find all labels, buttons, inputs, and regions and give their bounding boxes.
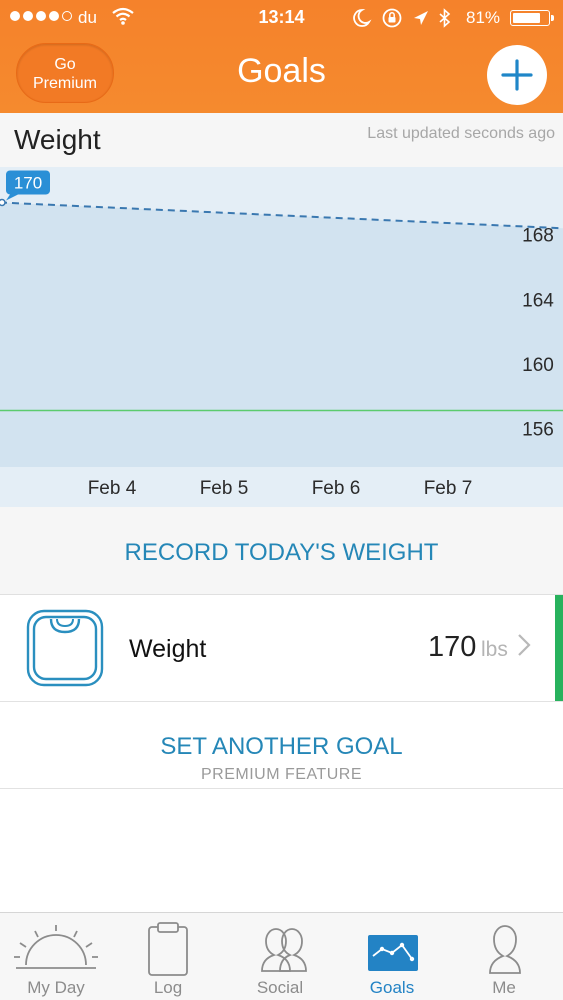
- record-weight-row: RECORD TODAY'S WEIGHT: [0, 507, 563, 595]
- tab-label-log: Log: [153, 978, 183, 997]
- goal-value: 170: [428, 631, 477, 663]
- app-header: du 13:14 81% Go Premium Goals: [0, 0, 563, 113]
- person-icon: [489, 925, 521, 974]
- chart-title: Weight: [14, 124, 101, 155]
- last-updated-text: Last updated seconds ago: [367, 125, 555, 142]
- clipboard-icon: [148, 922, 188, 976]
- plus-icon: [501, 59, 533, 91]
- goal-unit: lbs: [481, 638, 508, 661]
- tab-label-my-day: My Day: [27, 978, 85, 997]
- y-tick-label: 156: [522, 419, 554, 440]
- chevron-right-icon: [518, 634, 531, 656]
- tab-goals[interactable]: Goals: [336, 913, 448, 1000]
- system-status-icons: [353, 8, 451, 28]
- tab-log[interactable]: Log: [112, 913, 224, 1000]
- y-tick-label: 160: [522, 355, 554, 376]
- tab-me[interactable]: Me: [448, 913, 560, 1000]
- rotation-lock-icon: [382, 8, 402, 28]
- weight-data-point: [0, 198, 6, 207]
- tab-label-goals: Goals: [369, 978, 415, 997]
- sunrise-icon: [14, 925, 98, 969]
- location-icon: [414, 11, 428, 25]
- weight-goal-row[interactable]: Weight 170 lbs: [0, 595, 563, 702]
- x-tick-label: Feb 4: [88, 478, 137, 499]
- graph-icon: [368, 935, 418, 971]
- bluetooth-icon: [439, 8, 451, 28]
- weight-chart-svg: 170 168 164 160 156 Feb 4 Feb 5 Feb 6 Feb 7: [0, 170, 563, 507]
- x-tick-label: Feb 6: [312, 478, 361, 499]
- chart-axis-band: [0, 467, 563, 507]
- x-tick-label: Feb 5: [200, 478, 249, 499]
- record-weight-button[interactable]: RECORD TODAY'S WEIGHT: [125, 539, 439, 567]
- tab-label-me: Me: [492, 978, 516, 997]
- tab-label-social: Social: [256, 978, 304, 997]
- current-value-tag-pointer: [6, 194, 18, 201]
- y-tick-label: 164: [522, 290, 554, 311]
- weight-chart[interactable]: 170 168 164 160 156 Feb 4 Feb 5 Feb 6 Feb 7: [0, 167, 563, 507]
- chart-area-fill: [0, 202, 563, 467]
- goal-status-indicator: [555, 595, 563, 701]
- status-bar: du 13:14 81%: [0, 0, 563, 36]
- goal-label: Weight: [129, 635, 207, 663]
- people-icon: [261, 928, 307, 972]
- tab-bar: My Day Log Social Goals Me: [0, 912, 563, 1000]
- tab-social[interactable]: Social: [224, 913, 336, 1000]
- battery-icon: [510, 10, 554, 26]
- tab-my-day[interactable]: My Day: [0, 913, 112, 1000]
- set-another-goal-button[interactable]: SET ANOTHER GOAL PREMIUM FEATURE: [0, 702, 563, 789]
- x-tick-label: Feb 7: [424, 478, 473, 499]
- y-tick-label: 168: [522, 226, 554, 247]
- premium-feature-label: PREMIUM FEATURE: [201, 766, 362, 783]
- set-another-goal-label: SET ANOTHER GOAL: [160, 733, 403, 760]
- page-title: Goals: [237, 52, 326, 90]
- moon-icon: [353, 9, 372, 27]
- scale-icon: [26, 609, 104, 687]
- add-goal-button[interactable]: [487, 45, 547, 105]
- current-value-label: 170: [14, 173, 42, 192]
- battery-percent: 81%: [466, 8, 501, 27]
